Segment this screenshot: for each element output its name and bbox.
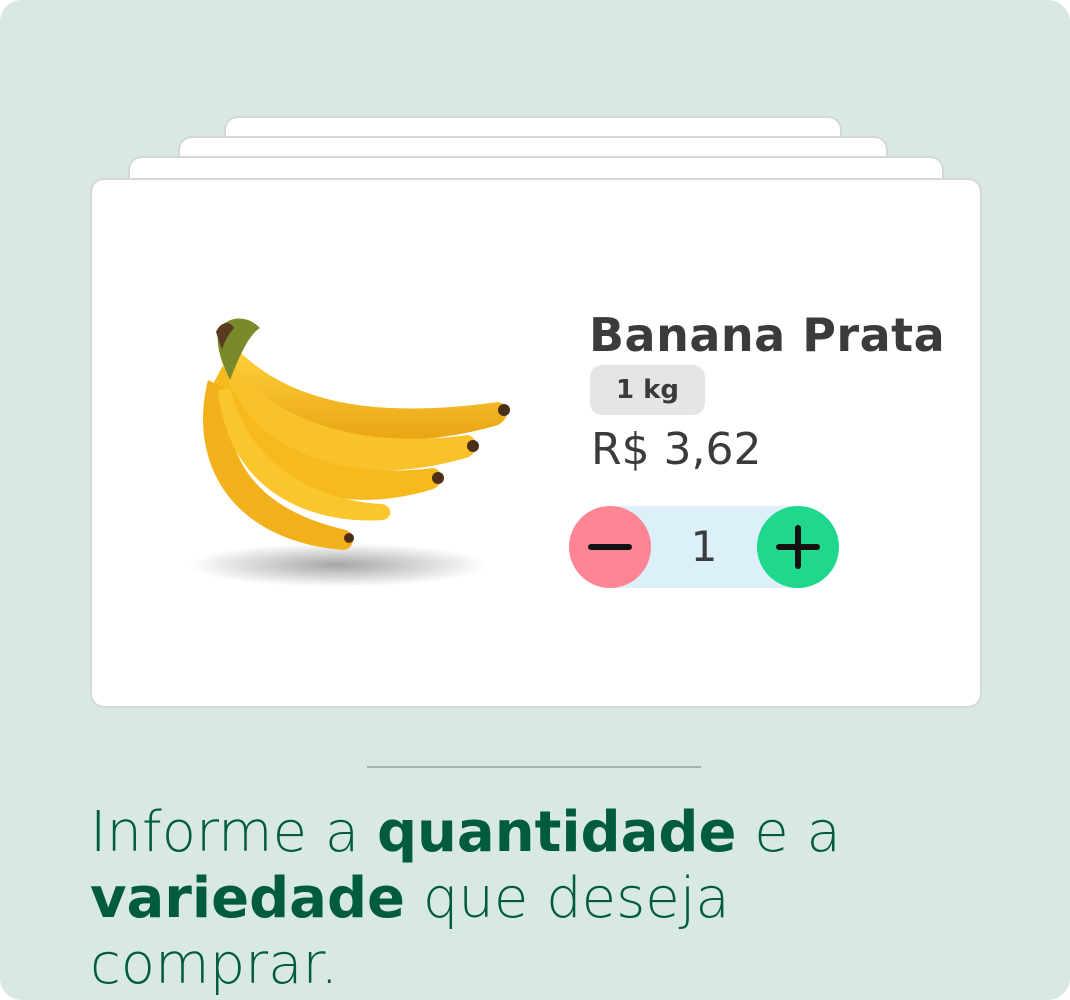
promo-panel: Banana Prata 1 kg R$ 3,62 1 Informe a qu… <box>0 0 1070 1000</box>
caption-text: Informe a quantidade e a variedade que d… <box>90 800 990 998</box>
caption-bold-quantity: quantidade <box>376 800 737 865</box>
quantity-value: 1 <box>690 522 718 571</box>
quantity-stepper: 1 <box>569 506 839 588</box>
banana-image <box>188 318 510 587</box>
decrease-quantity-button[interactable] <box>569 506 651 588</box>
weight-badge[interactable]: 1 kg <box>590 365 706 415</box>
product-price: R$ 3,62 <box>591 424 762 475</box>
divider <box>367 766 701 768</box>
product-card[interactable]: Banana Prata 1 kg R$ 3,62 1 <box>90 178 982 708</box>
product-name: Banana Prata <box>589 308 946 362</box>
plus-icon <box>776 525 820 569</box>
minus-icon <box>588 544 632 550</box>
caption-bold-variety: variedade <box>90 866 406 931</box>
caption-part-2: e a <box>736 800 841 865</box>
increase-quantity-button[interactable] <box>757 506 839 588</box>
caption-part-1: Informe a <box>90 800 377 865</box>
